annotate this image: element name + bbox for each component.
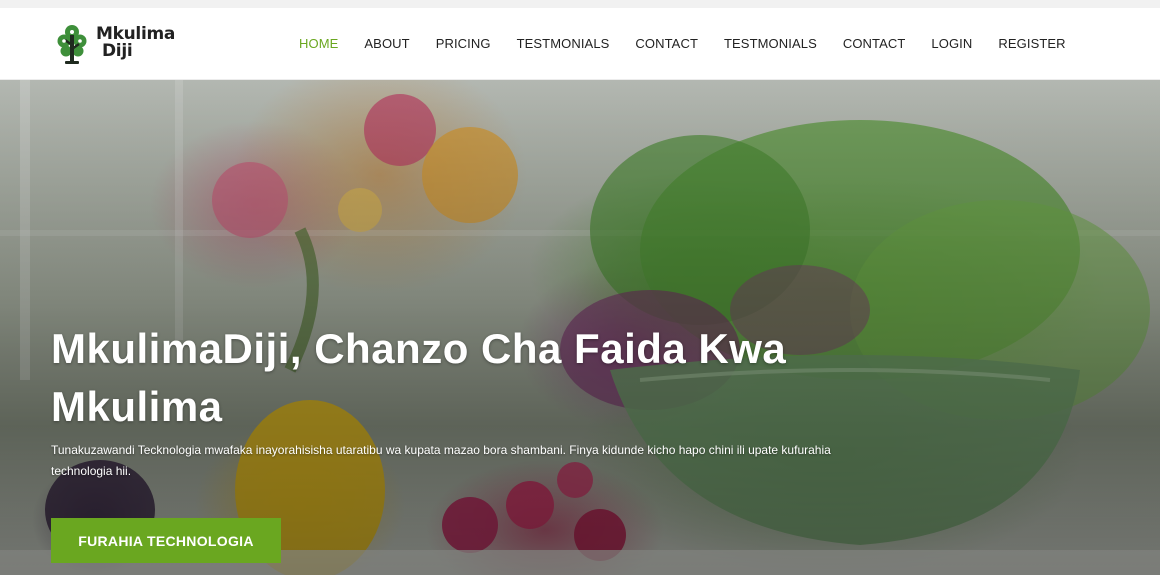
nav-link-testimonials[interactable]: TESTMONIALS — [517, 36, 610, 51]
tree-icon — [57, 25, 87, 64]
brand-logo[interactable]: Mkulima Diji — [56, 22, 186, 66]
cta-button[interactable]: FURAHIA TECHNOLOGIA — [51, 518, 281, 563]
nav-item-pricing: PRICING — [436, 35, 491, 53]
nav-link-about[interactable]: ABOUT — [364, 36, 409, 51]
brand-wordmark: Mkulima Diji — [96, 26, 186, 60]
nav-item-login: LOGIN — [931, 35, 972, 53]
nav-link-pricing[interactable]: PRICING — [436, 36, 491, 51]
nav-item-testimonials-2: TESTMONIALS — [724, 35, 817, 53]
navbar: Mkulima Diji HOME ABOUT PRICING TESTMONI… — [0, 8, 1160, 80]
nav-link-contact[interactable]: CONTACT — [635, 36, 698, 51]
nav-link-home[interactable]: HOME — [299, 36, 338, 51]
hero-subtitle: Tunakuzawandi Tecknologia mwafaka inayor… — [51, 443, 831, 478]
nav-item-register: REGISTER — [998, 35, 1065, 53]
nav-item-contact-2: CONTACT — [843, 35, 906, 53]
nav-item-testimonials: TESTMONIALS — [517, 35, 610, 53]
hero-section: MkulimaDiji, Chanzo Cha Faida Kwa Mkulim… — [0, 80, 1160, 575]
nav-item-contact: CONTACT — [635, 35, 698, 53]
nav-item-home: HOME — [299, 35, 338, 53]
nav-link-login[interactable]: LOGIN — [931, 36, 972, 51]
nav-item-about: ABOUT — [364, 35, 409, 53]
hero-title: MkulimaDiji, Chanzo Cha Faida Kwa Mkulim… — [51, 325, 787, 430]
brand-line-2: Diji — [102, 41, 133, 61]
nav-link-register[interactable]: REGISTER — [998, 36, 1065, 51]
nav-link-contact-2[interactable]: CONTACT — [843, 36, 906, 51]
main-nav: HOME ABOUT PRICING TESTMONIALS CONTACT T… — [299, 35, 1066, 53]
top-strip — [0, 0, 1160, 8]
nav-link-testimonials-2[interactable]: TESTMONIALS — [724, 36, 817, 51]
